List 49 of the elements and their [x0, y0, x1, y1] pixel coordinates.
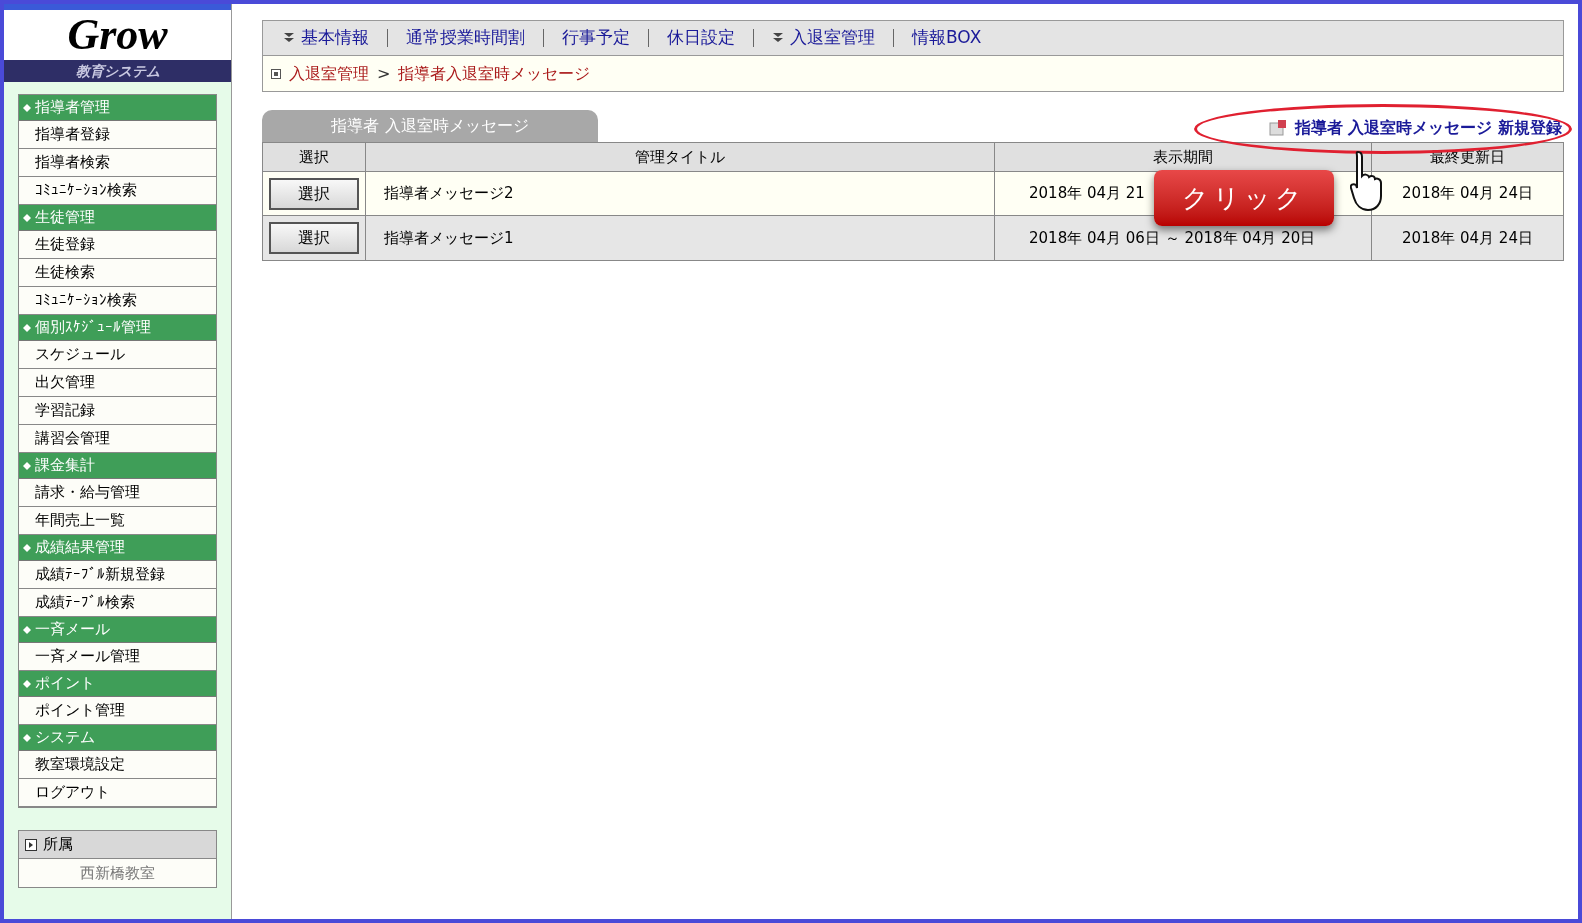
table-cell: 指導者メッセージ1 [366, 216, 995, 260]
menu-item[interactable]: 生徒検索 [19, 259, 216, 287]
menu-item[interactable]: 年間売上一覧 [19, 507, 216, 535]
breadcrumb-link[interactable]: 入退室管理 [289, 61, 369, 86]
breadcrumb-link[interactable]: 指導者入退室時メッセージ [398, 61, 591, 86]
menu-item[interactable]: 請求・給与管理 [19, 479, 216, 507]
new-registration-link[interactable]: 指導者 入退室時メッセージ 新規登録 [1268, 116, 1562, 140]
logo-wordmark: Grow [67, 10, 168, 60]
nav-link[interactable]: 情報BOX [912, 25, 982, 51]
menu-item[interactable]: ログアウト [19, 779, 216, 807]
affiliation-value: 西新橋教室 [19, 859, 216, 887]
menu-item[interactable]: 指導者登録 [19, 121, 216, 149]
section-title: 一斉メール [35, 619, 110, 641]
section-title: システム [35, 727, 95, 749]
section-title: 生徒管理 [35, 207, 95, 229]
section-title: 指導者管理 [35, 97, 110, 119]
column-header: 管理タイトル [366, 143, 995, 171]
nav-link[interactable]: 入退室管理 [772, 25, 875, 51]
menu-item[interactable]: 教室環境設定 [19, 751, 216, 779]
menu-item[interactable]: ｺﾐｭﾆｹｰｼｮﾝ検索 [19, 287, 216, 315]
table-cell: 指導者メッセージ2 [366, 172, 995, 215]
section-title: 成績結果管理 [35, 537, 125, 559]
menu-item[interactable]: 指導者検索 [19, 149, 216, 177]
menu-item[interactable]: 学習記録 [19, 397, 216, 425]
menu-item[interactable]: 出欠管理 [19, 369, 216, 397]
select-button[interactable]: 選択 [269, 222, 359, 254]
table-cell-text: 2018年 04月 24日 [1401, 183, 1534, 205]
menu-item[interactable]: 一斉メール管理 [19, 643, 216, 671]
nav-link[interactable]: 基本情報 [283, 25, 369, 51]
nav-link[interactable]: 通常授業時間割 [406, 25, 525, 51]
click-callout: クリック [1154, 170, 1334, 226]
menu-item[interactable]: 生徒登録 [19, 231, 216, 259]
menu-item[interactable]: スケジュール [19, 341, 216, 369]
section-title: ポイント [35, 673, 95, 695]
breadcrumb-separator: > [377, 62, 391, 85]
column-header: 選択 [263, 143, 366, 171]
affiliation-title: 所属 [43, 834, 73, 856]
section-title: 個別ｽｹｼﾞｭｰﾙ管理 [35, 317, 151, 339]
menu-item[interactable]: 講習会管理 [19, 425, 216, 453]
menu-item[interactable]: ｺﾐｭﾆｹｰｼｮﾝ検索 [19, 177, 216, 205]
menu-item[interactable]: 成績ﾃｰﾌﾞﾙ新規登録 [19, 561, 216, 589]
section-title: 課金集計 [35, 455, 95, 477]
table-cell-text: 2018年 04月 24日 [1401, 227, 1534, 249]
nav-link[interactable]: 行事予定 [562, 25, 630, 51]
nav-link[interactable]: 休日設定 [667, 25, 735, 51]
select-button[interactable]: 選択 [269, 177, 359, 210]
logo-subtitle: 教育システム [4, 60, 231, 82]
menu-item[interactable]: 成績ﾃｰﾌﾞﾙ検索 [19, 589, 216, 617]
menu-item[interactable]: ポイント管理 [19, 697, 216, 725]
